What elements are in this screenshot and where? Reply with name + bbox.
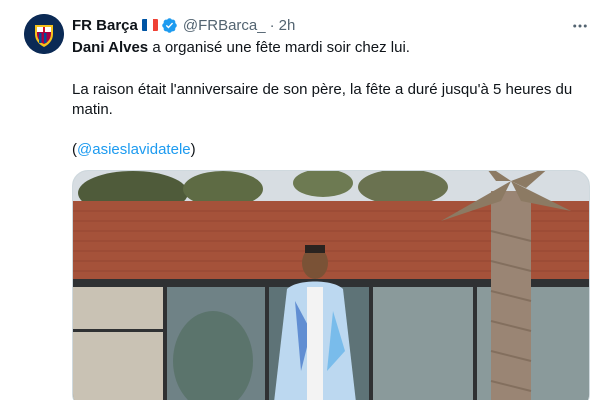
- verified-badge-icon: [161, 17, 178, 34]
- tweet[interactable]: FR Barça @FRBarca_ · 2h Dani Alves a org…: [0, 0, 602, 400]
- bold-name: Dani Alves: [72, 39, 149, 56]
- tweet-text-line-1: Dani Alves a organisé une fête mardi soi…: [72, 38, 592, 58]
- barca-crest-icon: [24, 14, 64, 54]
- tweet-header: FR Barça @FRBarca_ · 2h: [72, 15, 295, 35]
- tweet-media-image[interactable]: [72, 170, 590, 400]
- photo-illustration: [73, 171, 589, 400]
- tweet-text-rest: a organisé une fête mardi soir chez lui.: [148, 39, 410, 56]
- more-options-icon: [573, 24, 587, 28]
- display-name[interactable]: FR Barça: [72, 17, 138, 34]
- timestamp[interactable]: 2h: [279, 17, 296, 34]
- tweet-text-line-2: La raison était l'anniversaire de son pè…: [72, 81, 573, 118]
- avatar[interactable]: [24, 14, 64, 54]
- paren-close: ): [190, 141, 196, 158]
- source-mention-link[interactable]: @asieslavidatele: [77, 141, 191, 158]
- more-options-button[interactable]: [568, 14, 592, 38]
- tweet-source: (@asieslavidatele): [72, 140, 592, 160]
- user-handle[interactable]: @FRBarca_: [183, 17, 266, 34]
- france-flag-icon: [141, 19, 158, 31]
- separator-dot: ·: [269, 16, 275, 34]
